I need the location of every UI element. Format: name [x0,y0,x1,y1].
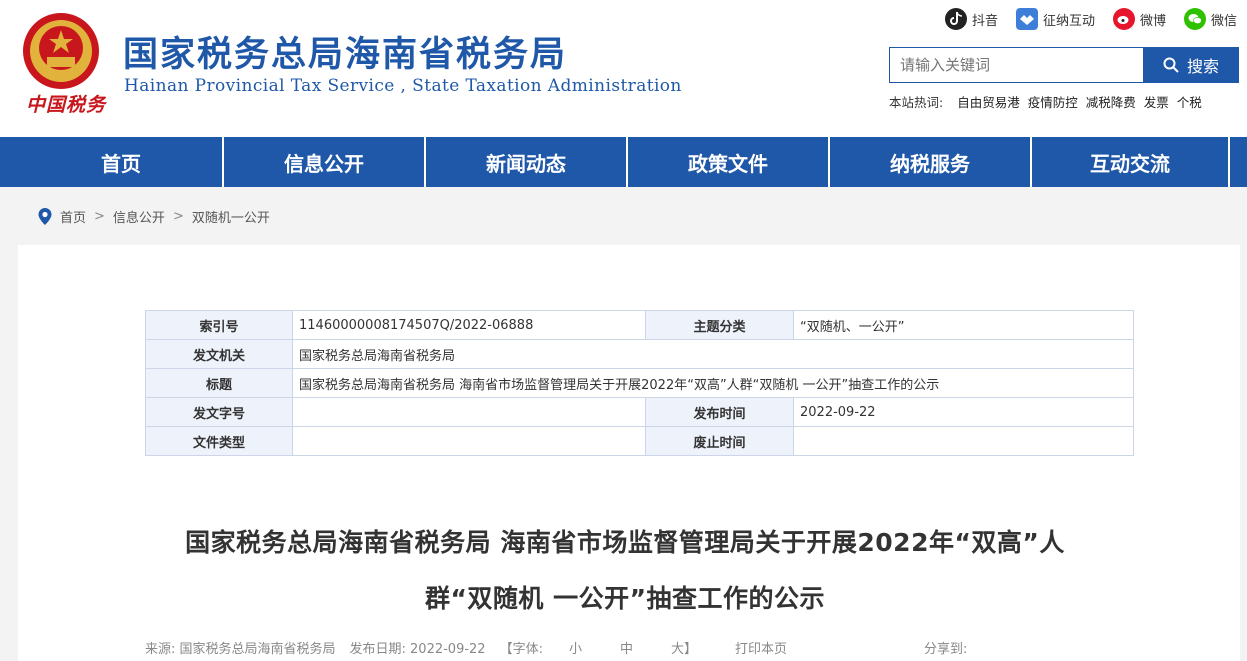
article-title-line: 群“双随机 一公开”抽查工作的公示 [424,584,826,613]
breadcrumb-separator: > [94,209,105,224]
breadcrumb-info[interactable]: 信息公开 [113,207,165,226]
brand-script: 中国税务 [26,94,107,116]
font-size-label: 【字体: [499,642,543,657]
print-button[interactable]: 打印本页 [735,638,787,657]
hot-words: 本站热词: 自由贸易港 疫情防控 减税降费 发票 个税 [889,92,1202,111]
title-value: 国家税务总局海南省税务局 海南省市场监督管理局关于开展2022年“双高”人群“双… [292,368,1134,398]
nav-tax-service[interactable]: 纳税服务 [828,137,1030,187]
docno-label: 发文字号 [145,397,293,427]
weibo-icon [1112,8,1135,30]
search-input[interactable] [889,47,1144,83]
search-icon [1163,57,1179,73]
breadcrumb-home[interactable]: 首页 [60,207,86,226]
nav-home[interactable]: 首页 [20,137,222,187]
article-date: 发布日期: 2022-09-22 [349,642,486,657]
doctype-label: 文件类型 [145,426,293,456]
social-weibo[interactable]: 微博 [1112,8,1166,30]
site-header: 中国税务 国家税务总局海南省税务局 Hainan Provincial Tax … [0,0,1247,137]
share-label: 分享到: [924,642,968,657]
article-title-line: 国家税务总局海南省税务局 海南省市场监督管理局关于开展2022年“双高”人 [185,528,1065,557]
pubdate-label: 发布时间 [645,397,794,427]
topic-label: 主题分类 [645,310,794,340]
doctype-value [292,426,646,456]
article-title: 国家税务总局海南省税务局 海南省市场监督管理局关于开展2022年“双高”人 群“… [120,515,1130,627]
social-interaction-label: 征纳互动 [1042,13,1095,29]
font-medium-button[interactable]: 中 [620,638,633,657]
issuer-value: 国家税务总局海南省税务局 [292,339,1134,369]
font-small-button[interactable]: 小 [569,638,582,657]
nav-news[interactable]: 新闻动态 [424,137,626,187]
hot-word-link[interactable]: 减税降费 [1086,92,1136,111]
topic-value: “双随机、一公开” [793,310,1134,340]
nav-info-disclosure[interactable]: 信息公开 [222,137,424,187]
nav-policy[interactable]: 政策文件 [626,137,828,187]
hot-word-link[interactable]: 自由贸易港 [957,92,1020,111]
expire-value [793,426,1134,456]
location-pin-icon [38,208,52,225]
hot-word-link[interactable]: 发票 [1144,92,1169,111]
font-large-button[interactable]: 大】 [671,638,697,657]
social-douyin[interactable]: 抖音 [944,8,998,30]
social-wechat-label: 微信 [1210,13,1237,29]
pubdate-value: 2022-09-22 [793,397,1134,427]
breadcrumb-current[interactable]: 双随机一公开 [192,207,270,226]
national-emblem-icon [23,13,99,89]
index-value: 11460000008174507Q/2022-06888 [292,310,646,340]
article-source: 来源: 国家税务总局海南省税务局 [145,642,336,657]
table-row: 发文字号 发布时间 2022-09-22 [145,397,1134,427]
search-button-label: 搜索 [1186,57,1219,76]
table-row: 索引号 11460000008174507Q/2022-06888 主题分类 “… [145,310,1134,340]
breadcrumb: 首页 > 信息公开 > 双随机一公开 [38,207,270,226]
hot-word-link[interactable]: 个税 [1177,92,1202,111]
social-links: 抖音 征纳互动 微博 微信 [944,8,1237,30]
hot-word-link[interactable]: 疫情防控 [1028,92,1078,111]
social-douyin-label: 抖音 [971,13,998,29]
nav-interaction[interactable]: 互动交流 [1030,137,1230,187]
wechat-icon [1183,8,1206,30]
issuer-label: 发文机关 [145,339,293,369]
social-weibo-label: 微博 [1139,13,1166,29]
douyin-icon [944,8,967,30]
table-row: 发文机关 国家税务总局海南省税务局 [145,339,1134,369]
site-title: 国家税务总局海南省税务局 [123,35,568,75]
hot-words-label: 本站热词: [889,95,944,110]
document-meta-table: 索引号 11460000008174507Q/2022-06888 主题分类 “… [145,310,1134,456]
site-title-english: Hainan Provincial Tax Service , State Ta… [124,76,682,96]
search-button[interactable]: 搜索 [1143,47,1239,83]
interaction-icon [1015,8,1038,30]
article-meta: 来源: 国家税务总局海南省税务局 发布日期: 2022-09-22 【字体: 小… [145,638,787,657]
table-row: 标题 国家税务总局海南省税务局 海南省市场监督管理局关于开展2022年“双高”人… [145,368,1134,398]
main-nav: 首页 信息公开 新闻动态 政策文件 纳税服务 互动交流 [0,137,1247,187]
docno-value [292,397,646,427]
social-interaction[interactable]: 征纳互动 [1015,8,1095,30]
index-label: 索引号 [145,310,293,340]
title-label: 标题 [145,368,293,398]
social-wechat[interactable]: 微信 [1183,8,1237,30]
breadcrumb-separator: > [172,209,184,224]
table-row: 文件类型 废止时间 [145,426,1134,456]
expire-label: 废止时间 [645,426,794,456]
